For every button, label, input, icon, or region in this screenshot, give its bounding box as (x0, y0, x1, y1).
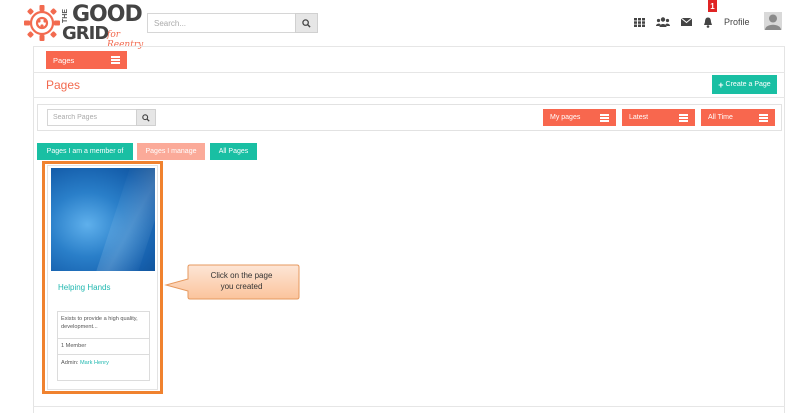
gear-logo-icon (24, 5, 60, 41)
divider (33, 406, 785, 407)
notification-count-badge: 1 (708, 0, 717, 12)
top-navbar: THE GOOD GRID for Reentry 1 Profile (0, 0, 800, 50)
search-icon (142, 113, 150, 122)
page-title: Pages (46, 78, 81, 92)
create-page-label: Create a Page (725, 81, 771, 88)
callout-text: Click on the page you created (184, 270, 299, 292)
brand-logo[interactable]: THE GOOD GRID for Reentry (22, 2, 150, 50)
divider (33, 46, 785, 47)
notifications-button[interactable] (701, 16, 715, 28)
mail-icon (680, 18, 692, 26)
divider (33, 72, 785, 73)
profile-link[interactable]: Profile (724, 17, 750, 27)
my-pages-label: My pages (550, 114, 581, 121)
create-page-button[interactable]: + Create a Page (712, 75, 777, 94)
tab-all-pages[interactable]: All Pages (210, 143, 257, 160)
callout-line-2: you created (220, 282, 263, 291)
pages-tab-label: Pages (53, 55, 75, 65)
pages-tab[interactable]: Pages (46, 51, 127, 69)
latest-dropdown[interactable]: Latest (622, 109, 695, 126)
callout-line-1: Click on the page (210, 271, 273, 280)
all-time-dropdown[interactable]: All Time (701, 109, 775, 126)
my-pages-dropdown[interactable]: My pages (543, 109, 616, 126)
avatar[interactable] (764, 12, 782, 30)
apps-grid-icon (633, 17, 645, 27)
list-icon (679, 113, 688, 122)
instruction-callout: Click on the page you created (164, 264, 300, 300)
apps-grid-button[interactable] (632, 16, 646, 28)
global-search (147, 13, 318, 33)
plus-icon: + (718, 79, 724, 90)
logo-grid-text: GRID (62, 23, 109, 44)
groups-button[interactable] (656, 16, 670, 28)
list-icon (111, 56, 120, 64)
messages-button[interactable] (679, 16, 693, 28)
tab-pages-member[interactable]: Pages I am a member of (37, 143, 133, 160)
logo-the-text: THE (62, 9, 69, 23)
avatar-icon (765, 14, 781, 30)
pages-search (47, 109, 159, 126)
pages-search-button[interactable] (136, 109, 156, 126)
global-search-button[interactable] (295, 13, 318, 33)
divider (33, 97, 785, 98)
search-icon (302, 18, 311, 28)
card-highlight-box (42, 161, 163, 394)
pages-search-input[interactable] (47, 109, 137, 126)
all-time-label: All Time (708, 114, 733, 121)
bell-icon (704, 17, 712, 28)
list-icon (759, 113, 768, 122)
list-icon (600, 113, 609, 122)
global-search-input[interactable] (147, 13, 295, 33)
groups-icon (656, 17, 670, 27)
tab-pages-manage[interactable]: Pages I manage (137, 143, 205, 160)
latest-label: Latest (629, 114, 649, 121)
